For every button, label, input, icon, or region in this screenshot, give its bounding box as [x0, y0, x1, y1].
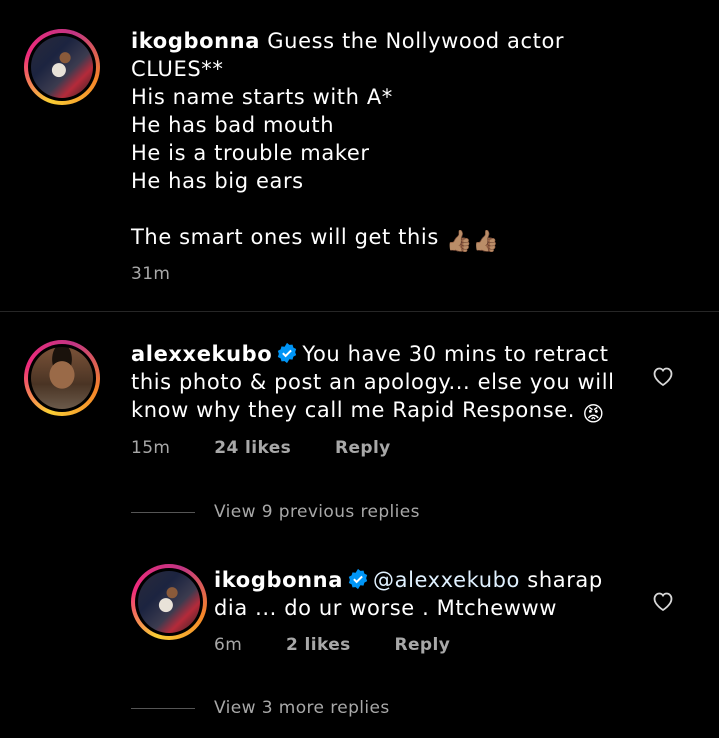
- verified-badge-icon: [348, 568, 368, 590]
- reply-meta: 6m 2 likes Reply: [214, 635, 450, 655]
- post-author-username[interactable]: ikogbonna: [131, 29, 260, 53]
- comment-meta: 15m 24 likes Reply: [131, 438, 391, 458]
- reply-text: sharap: [527, 568, 603, 592]
- like-heart-icon[interactable]: [651, 590, 675, 612]
- caption-divider: [0, 311, 719, 312]
- caption-text: The smart ones will get this: [131, 225, 439, 249]
- caption-text: Guess the Nollywood actor: [267, 29, 565, 53]
- post-caption-line-1: ikogbonna Guess the Nollywood actor: [131, 27, 564, 55]
- caption-line: He has big ears: [131, 169, 304, 193]
- reply-timestamp: 6m: [214, 635, 243, 655]
- comment-likes[interactable]: 24 likes: [214, 438, 291, 458]
- comment-text: You have 30 mins to retract: [302, 342, 609, 366]
- caption-line: He has bad mouth: [131, 113, 335, 137]
- replies-divider-line: [131, 512, 195, 513]
- mention-link[interactable]: @alexxekubo: [373, 568, 520, 592]
- angry-face-emoji: 😡: [582, 402, 605, 426]
- commenter-avatar[interactable]: [24, 340, 100, 416]
- caption-line: He is a trouble maker: [131, 141, 370, 165]
- reply-line-1: ikogbonna @alexxekubo sharap: [214, 566, 603, 594]
- comment-line: this photo & post an apology... else you…: [131, 370, 615, 394]
- caption-closing-line: The smart ones will get this 👍🏽👍🏽: [131, 223, 500, 255]
- avatar-image: [31, 347, 93, 409]
- comment-timestamp: 15m: [131, 438, 171, 458]
- comment-line: know why they call me Rapid Response. 😡: [131, 396, 605, 428]
- post-timestamp: 31m: [131, 264, 171, 284]
- comment-text: know why they call me Rapid Response.: [131, 398, 576, 422]
- avatar-image: [31, 36, 93, 98]
- reply-reply-button[interactable]: Reply: [395, 635, 451, 655]
- view-previous-replies-button[interactable]: View 9 previous replies: [214, 502, 420, 522]
- like-heart-icon[interactable]: [651, 365, 675, 387]
- reply-line: dia ... do ur worse . Mtchewww: [214, 596, 558, 620]
- verified-badge-icon: [278, 342, 297, 364]
- caption-line: CLUES**: [131, 57, 224, 81]
- avatar-image: [138, 571, 200, 633]
- reply-author-avatar[interactable]: [131, 564, 207, 640]
- comment-line-1: alexxekubo You have 30 mins to retract: [131, 340, 609, 368]
- thumbs-up-emoji: 👍🏽👍🏽: [446, 229, 500, 253]
- replies-divider-line: [131, 708, 195, 709]
- reply-likes[interactable]: 2 likes: [286, 635, 351, 655]
- view-more-replies-button[interactable]: View 3 more replies: [214, 698, 390, 718]
- reply-author-username[interactable]: ikogbonna: [214, 568, 343, 592]
- comment-reply-button[interactable]: Reply: [335, 438, 391, 458]
- commenter-username[interactable]: alexxekubo: [131, 342, 272, 366]
- post-author-avatar[interactable]: [24, 29, 100, 105]
- caption-line: His name starts with A*: [131, 85, 393, 109]
